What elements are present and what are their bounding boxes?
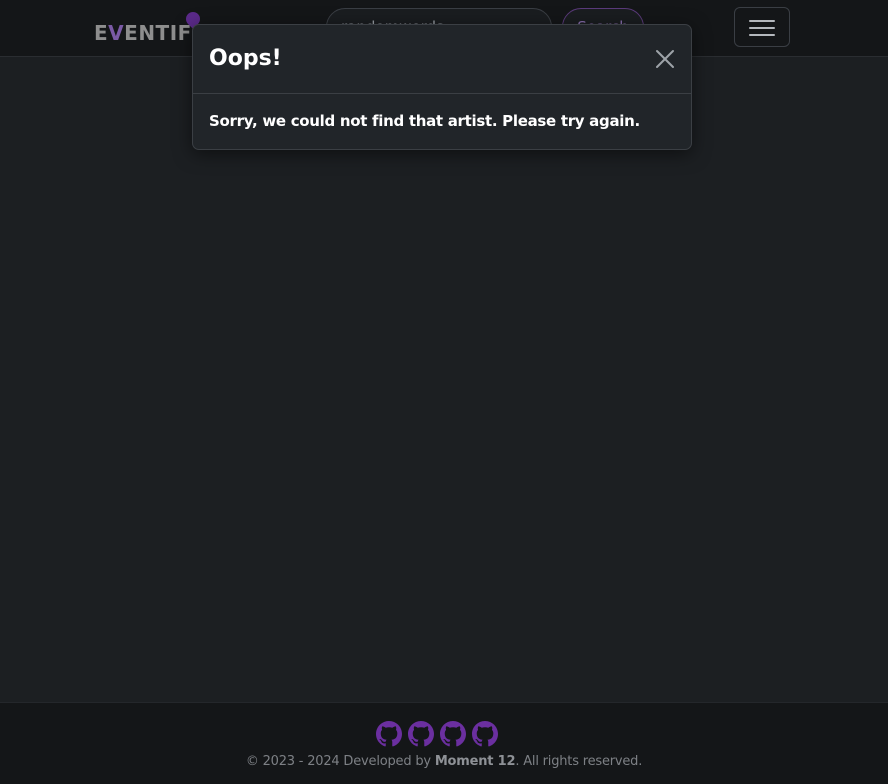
hamburger-icon-line — [749, 34, 775, 36]
github-link[interactable] — [408, 721, 434, 747]
github-icon — [472, 721, 498, 747]
github-link[interactable] — [472, 721, 498, 747]
close-button[interactable] — [653, 47, 677, 71]
copyright-text: © 2023 - 2024 Developed by Moment 12. Al… — [0, 753, 888, 771]
error-modal: Oops! Sorry, we could not find that arti… — [192, 24, 692, 150]
modal-header: Oops! — [193, 25, 691, 94]
github-link[interactable] — [440, 721, 466, 747]
hamburger-icon-line — [749, 27, 775, 29]
logo-text-main: ENTIF — [124, 21, 192, 45]
page: EVENTIF Search Oops! Sorry, we could not… — [0, 0, 888, 784]
menu-toggle-button[interactable] — [734, 7, 790, 47]
copyright-suffix: . All rights reserved. — [515, 754, 643, 769]
modal-message: Sorry, we could not find that artist. Pl… — [209, 112, 640, 130]
logo-text: EVENTIF — [94, 21, 192, 45]
copyright-prefix: © 2023 - 2024 Developed by — [245, 754, 435, 769]
github-icon — [376, 721, 402, 747]
logo-text-accent: V — [108, 21, 125, 45]
github-icon — [440, 721, 466, 747]
logo-text-prefix: E — [94, 21, 109, 45]
footer: © 2023 - 2024 Developed by Moment 12. Al… — [0, 702, 888, 784]
developer-name: Moment 12 — [434, 754, 516, 769]
modal-title: Oops! — [209, 46, 282, 71]
social-links — [376, 721, 512, 747]
github-icon — [408, 721, 434, 747]
github-link[interactable] — [376, 721, 402, 747]
hamburger-icon-line — [749, 20, 775, 22]
close-icon — [656, 50, 674, 68]
